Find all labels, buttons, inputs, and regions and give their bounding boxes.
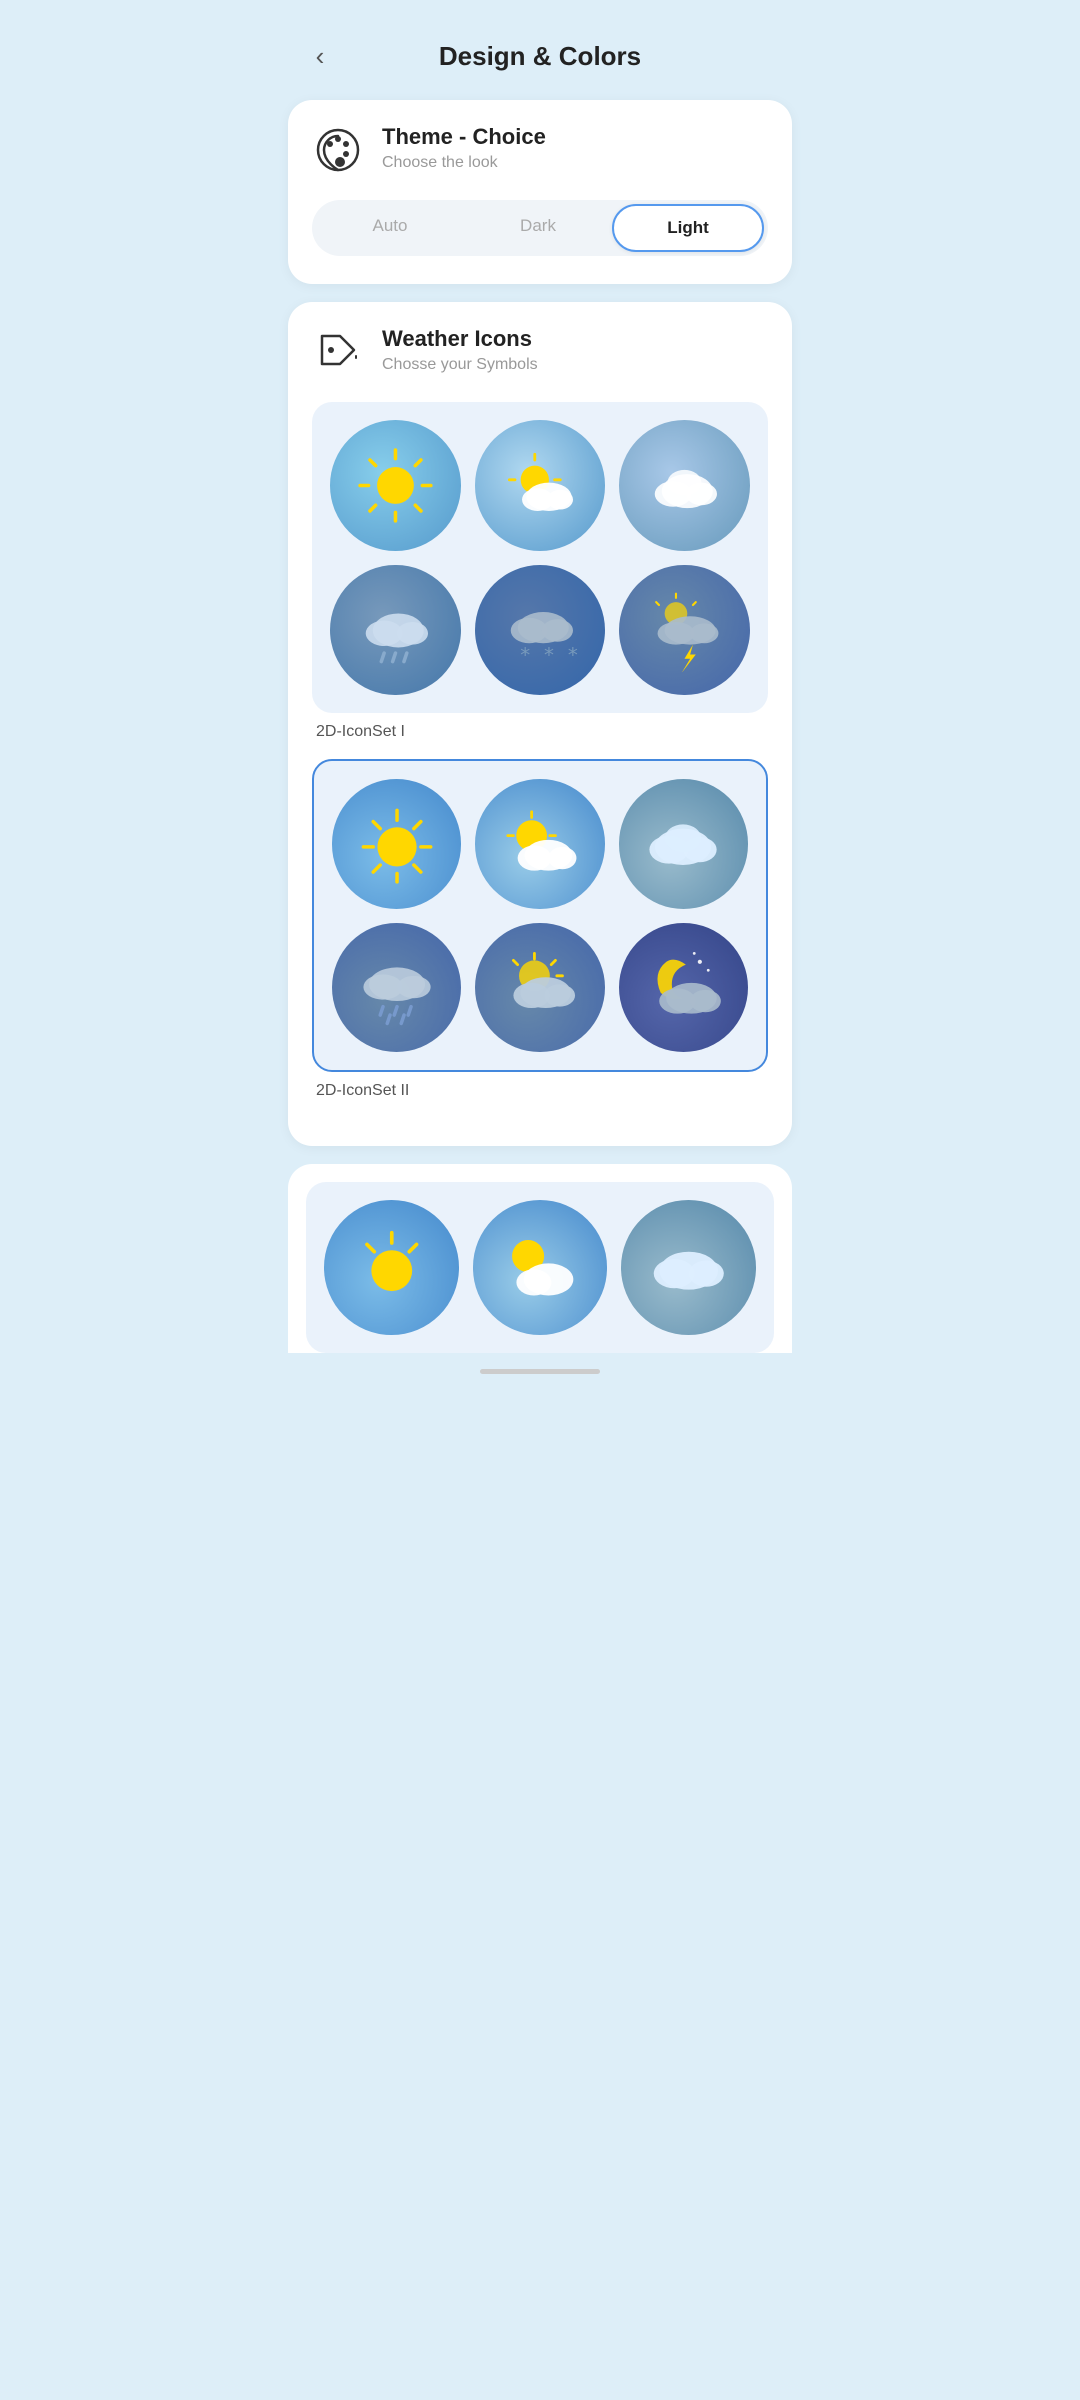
weather-icons-card: Weather Icons Chosse your Symbols bbox=[288, 302, 792, 1146]
theme-title: Theme - Choice bbox=[382, 124, 546, 150]
iconset-3-grid bbox=[324, 1200, 756, 1335]
iconset-2-grid bbox=[332, 779, 748, 1052]
icon-cloudy-set1 bbox=[619, 420, 750, 551]
iconset-3-grid-box[interactable] bbox=[306, 1182, 774, 1353]
weather-icons-subtitle: Chosse your Symbols bbox=[382, 356, 538, 374]
icon-rain-set1 bbox=[330, 565, 461, 696]
iconset-1-label: 2D-IconSet I bbox=[312, 723, 768, 741]
svg-text:* * *: * * * bbox=[519, 643, 579, 666]
iconset-1-grid: * * * bbox=[330, 420, 750, 695]
weather-card-text: Weather Icons Chosse your Symbols bbox=[382, 326, 538, 374]
icon-cloudy-set3 bbox=[621, 1200, 756, 1335]
icon-night-cloud-set2 bbox=[619, 923, 748, 1052]
iconset-1-grid-box[interactable]: * * * bbox=[312, 402, 768, 713]
icon-rain-set2 bbox=[332, 923, 461, 1052]
weather-card-header: Weather Icons Chosse your Symbols bbox=[312, 326, 768, 378]
iconset-1-wrapper: * * * bbox=[312, 402, 768, 741]
theme-subtitle: Choose the look bbox=[382, 154, 546, 172]
back-chevron-icon: ‹ bbox=[316, 43, 325, 69]
weather-icons-title: Weather Icons bbox=[382, 326, 538, 352]
label-icon bbox=[312, 326, 364, 378]
iconset-2-label: 2D-IconSet II bbox=[312, 1082, 768, 1100]
icon-partly-cloudy-set3 bbox=[473, 1200, 608, 1335]
icon-sun-set1 bbox=[330, 420, 461, 551]
icon-sun-set2 bbox=[332, 779, 461, 908]
theme-toggle: Auto Dark Light bbox=[312, 200, 768, 256]
icon-thunder-set1 bbox=[619, 565, 750, 696]
page-title: Design & Colors bbox=[340, 41, 740, 72]
iconset-2-wrapper: 2D-IconSet II bbox=[312, 759, 768, 1100]
theme-card-text: Theme - Choice Choose the look bbox=[382, 124, 546, 172]
icon-cloudy-set2 bbox=[619, 779, 748, 908]
theme-card: Theme - Choice Choose the look Auto Dark… bbox=[288, 100, 792, 284]
header: ‹ Design & Colors bbox=[270, 0, 810, 100]
iconset-2-grid-box[interactable] bbox=[312, 759, 768, 1072]
icon-partly-cloudy-set2 bbox=[475, 779, 604, 908]
theme-card-header: Theme - Choice Choose the look bbox=[312, 124, 768, 176]
scroll-indicator bbox=[480, 1369, 600, 1374]
icon-snow-set1: * * * bbox=[475, 565, 606, 696]
theme-auto-button[interactable]: Auto bbox=[316, 204, 464, 252]
theme-light-button[interactable]: Light bbox=[612, 204, 764, 252]
icon-partly-cloudy-sun-set2 bbox=[475, 923, 604, 1052]
palette-icon bbox=[312, 124, 364, 176]
icon-partly-cloudy-set1 bbox=[475, 420, 606, 551]
theme-dark-button[interactable]: Dark bbox=[464, 204, 612, 252]
back-button[interactable]: ‹ bbox=[300, 36, 340, 76]
icon-sun-set3 bbox=[324, 1200, 459, 1335]
iconset-3-partial-card bbox=[288, 1164, 792, 1353]
